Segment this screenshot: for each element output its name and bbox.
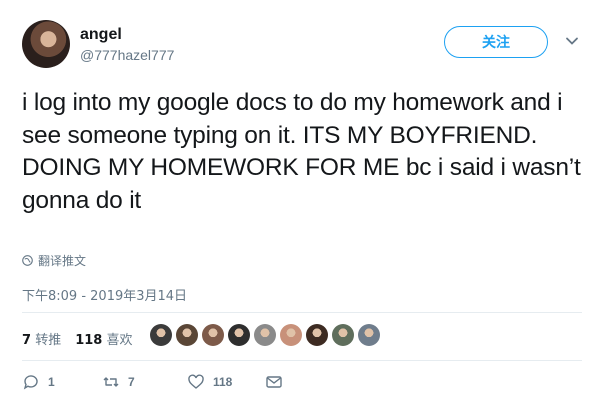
reply-count: 1 [48,375,55,389]
globe-icon [22,255,33,266]
avatar[interactable] [22,20,70,68]
liker-avatar[interactable] [150,324,172,346]
translate-label[interactable]: 翻译推文 [38,252,86,269]
retweets-label: 转推 [35,333,62,348]
direct-message-button[interactable] [265,373,283,391]
tweet-timestamp[interactable]: 下午8:09 - 2019年3月14日 [22,285,187,304]
liker-avatar[interactable] [176,324,198,346]
divider [22,312,582,313]
follow-button[interactable]: 关注 [444,26,548,58]
liker-avatar[interactable] [332,324,354,346]
divider [22,360,582,361]
reply-button[interactable]: 1 [22,373,55,391]
liker-avatars [150,324,380,346]
heart-icon [188,374,204,389]
tweet-text: i log into my google docs to do my homew… [22,89,581,214]
retweet-button[interactable]: 7 [102,373,135,391]
likes-label: 喜欢 [106,333,133,348]
translate-tweet-link[interactable]: 翻译推文 [22,252,86,269]
display-name[interactable]: angel [80,26,122,44]
liker-avatar[interactable] [254,324,276,346]
liker-avatar[interactable] [228,324,250,346]
tweet-stats: 7 转推 118 喜欢 [22,329,133,348]
retweet-icon [103,377,119,387]
like-count: 118 [213,375,233,389]
liker-avatar[interactable] [306,324,328,346]
liker-avatar[interactable] [202,324,224,346]
like-button[interactable]: 118 [187,373,232,391]
chevron-down-icon[interactable] [565,34,579,48]
liker-avatar[interactable] [280,324,302,346]
envelope-icon [266,376,282,388]
user-handle[interactable]: @777hazel777 [80,47,174,63]
tweet-actions: 1 7 118 [22,373,322,393]
likes-count: 118 [75,333,103,348]
liker-avatar[interactable] [358,324,380,346]
retweets-stat[interactable]: 7 转推 [22,329,61,348]
reply-icon [23,375,38,390]
retweet-count: 7 [128,375,135,389]
retweets-count: 7 [22,333,32,348]
likes-stat[interactable]: 118 喜欢 [75,329,132,348]
